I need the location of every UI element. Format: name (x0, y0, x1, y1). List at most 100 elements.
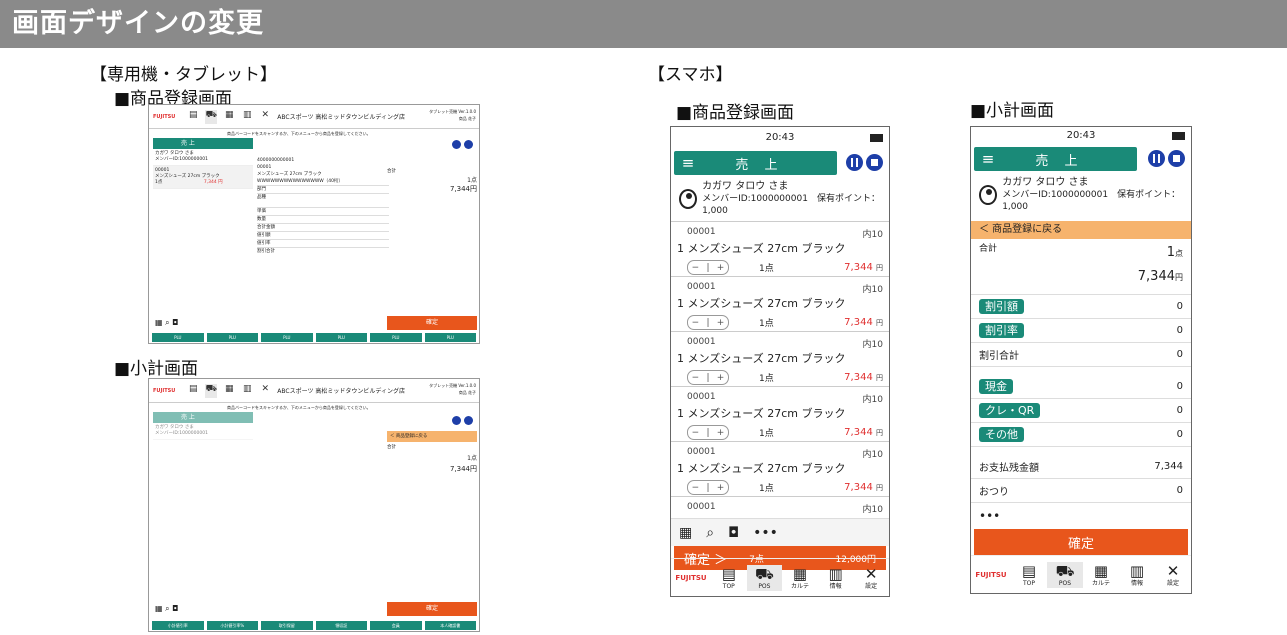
function-button[interactable]: 会員 (370, 621, 422, 630)
info-icon[interactable]: ▥ (241, 384, 253, 398)
karte-icon[interactable]: ▦ (223, 110, 235, 124)
menu-icon[interactable]: ≡ (674, 154, 702, 172)
pos-icon[interactable]: ⛟ (205, 383, 218, 398)
tablet-controls[interactable] (452, 140, 473, 149)
stop-icon[interactable] (1168, 150, 1185, 167)
scan-message: 商品バーコードをスキャンするか、下のメニューから商品を登録してください。 (227, 405, 371, 410)
function-button[interactable]: 取引保留 (261, 621, 313, 630)
nav-info[interactable]: ▥ 情報 (1119, 562, 1155, 588)
clipboard-icon: ▦ (792, 564, 808, 583)
list-item[interactable]: 00001 内10 1 メンズシューズ 27cm ブラック − | +1点 7,344 円 (671, 276, 889, 331)
phone-subtotal-label: ■小計画面 (970, 101, 1055, 121)
function-button[interactable]: 小計値引率 (152, 621, 204, 630)
bottom-nav: FUJITSU ▤ TOP ⛟ POS ▦ カルテ ▥ 情報 ✕ 設定 (671, 558, 889, 596)
plu-button[interactable]: PLU (152, 333, 204, 342)
nav-karte[interactable]: ▦ カルテ (1083, 562, 1119, 588)
nav-pos[interactable]: ⛟ POS (746, 564, 783, 591)
plu-button[interactable]: PLU (315, 333, 367, 342)
function-button[interactable]: 本人確認書 (424, 621, 476, 630)
settings-icon[interactable]: ✕ (259, 384, 271, 398)
payment-button[interactable]: 割引額 (979, 299, 1024, 314)
confirm-button[interactable]: 確定 (974, 529, 1188, 555)
subtotal-row: クレ・QR 0 (971, 399, 1191, 423)
more-icon[interactable]: ••• (753, 525, 778, 541)
settings-icon[interactable]: ✕ (259, 110, 271, 124)
member-info: カガワ タロウ さま メンバーID:1000000001 (153, 423, 253, 440)
payment-button[interactable]: クレ・QR (979, 403, 1041, 418)
pause-icon[interactable] (846, 154, 863, 171)
phone-product-label: ■商品登録画面 (676, 103, 795, 123)
tablet-top-bar: FUJITSU ▤ ⛟ ▦ ▥ ✕ ABCスポーツ 高松ミッドタウンビルディング… (149, 379, 479, 403)
back-to-registration-link[interactable]: ＜ 商品登録に戻る (971, 221, 1191, 239)
function-button[interactable]: 小計値引率% (206, 621, 258, 630)
tablet-left-panel: 売 上 カガワ タロウ さま メンバーID:1000000001 (153, 412, 253, 440)
subtotal-row: 割引額 0 (971, 295, 1191, 319)
plu-button[interactable]: PLU (370, 333, 422, 342)
top-icon[interactable]: ▤ (187, 384, 199, 398)
nav-top[interactable]: ▤ TOP (711, 565, 747, 591)
list-item[interactable]: 00001 内10 1 メンズシューズ 27cm ブラック − | +1点 7,344 円 (671, 221, 889, 276)
tablet-subtotal-panel: ＜ 商品登録に戻る 合計 1点 7,344円 (387, 431, 477, 475)
list-item[interactable]: 00001 内10 (671, 496, 889, 518)
stop-icon[interactable] (464, 140, 473, 149)
nav-settings[interactable]: ✕ 設定 (1155, 562, 1191, 588)
stop-icon[interactable] (464, 416, 473, 425)
function-button[interactable]: 領収証 (315, 621, 367, 630)
payment-button[interactable]: 現金 (979, 379, 1013, 394)
nav-info[interactable]: ▥ 情報 (818, 565, 854, 591)
stop-icon[interactable] (866, 154, 883, 171)
camera-icon[interactable]: ◘ (728, 525, 739, 541)
fujitsu-logo: FUJITSU (153, 113, 176, 120)
tablet-tools[interactable]: ▦ ⌕ ◘ (155, 318, 178, 328)
nav-settings[interactable]: ✕ 設定 (853, 565, 889, 591)
subtotal-function-bar: 小計値引率 小計値引率% 取引保留 領収証 会員 本人確認書 (149, 620, 479, 631)
quantity-stepper[interactable]: − | + (687, 370, 729, 385)
item-detail: 4000000000001 00001 メンズシューズ 27cm ブラック WW… (257, 157, 389, 255)
nav-top[interactable]: ▤ TOP (1011, 562, 1047, 588)
payment-button[interactable]: 割引率 (979, 323, 1024, 338)
quantity-stepper[interactable]: − | + (687, 260, 729, 275)
list-item[interactable]: 00001 内10 1 メンズシューズ 27cm ブラック − | +1点 7,344 円 (671, 331, 889, 386)
tablet-confirm-button[interactable]: 確定 (387, 602, 477, 616)
tablet-confirm-button[interactable]: 確定 (387, 316, 477, 330)
sales-header: 売 上 (153, 138, 253, 149)
more-icon[interactable]: ••• (971, 503, 1191, 529)
tablet-controls[interactable] (452, 416, 473, 425)
clipboard-icon: ▦ (1093, 561, 1109, 580)
tablet-nav[interactable]: ▤ ⛟ ▦ ▥ ✕ (187, 383, 271, 398)
pause-icon[interactable] (452, 140, 461, 149)
grid-icon[interactable]: ▦ (679, 525, 692, 541)
search-icon[interactable]: ⌕ (706, 525, 714, 541)
list-item[interactable]: 00001 内10 1 メンズシューズ 27cm ブラック − | +1点 7,344 円 (671, 441, 889, 496)
payment-button[interactable]: その他 (979, 427, 1024, 442)
scan-message: 商品バーコードをスキャンするか、下のメニューから商品を登録してください。 (227, 131, 371, 136)
pause-icon[interactable] (1148, 150, 1165, 167)
back-link[interactable]: ＜ 商品登録に戻る (387, 431, 477, 442)
tablet-tools[interactable]: ▦ ⌕ ◘ (155, 604, 178, 614)
subtotal-row: おつり 0 (971, 479, 1191, 503)
phone-group-label: 【スマホ】 (648, 65, 733, 85)
list-item[interactable]: 00001 内10 1 メンズシューズ 27cm ブラック − | +1点 7,344 円 (671, 386, 889, 441)
plu-button[interactable]: PLU (424, 333, 476, 342)
top-icon[interactable]: ▤ (187, 110, 199, 124)
nav-pos[interactable]: ⛟ POS (1047, 561, 1083, 588)
info-icon[interactable]: ▥ (241, 110, 253, 124)
pos-icon[interactable]: ⛟ (205, 109, 218, 124)
nav-karte[interactable]: ▦ カルテ (782, 565, 818, 591)
battery-icon (870, 134, 883, 142)
quantity-stepper[interactable]: − | + (687, 315, 729, 330)
tablet-item[interactable]: 00001 メンズシューズ 27cm ブラック 1点 7,344 円 (153, 166, 253, 189)
subtotal-row: その他 0 (971, 423, 1191, 447)
tablet-subtotal-screen: FUJITSU ▤ ⛟ ▦ ▥ ✕ ABCスポーツ 高松ミッドタウンビルディング… (148, 378, 480, 632)
pause-icon[interactable] (452, 416, 461, 425)
cart-icon: ⛟ (1055, 561, 1075, 580)
plu-button[interactable]: PLU (206, 333, 258, 342)
subtotal-row: 現金 0 (971, 375, 1191, 399)
quantity-stepper[interactable]: − | + (687, 480, 729, 495)
plu-button[interactable]: PLU (261, 333, 313, 342)
phone-tools: ▦ ⌕ ◘ ••• (671, 518, 889, 546)
menu-icon[interactable]: ≡ (974, 150, 1002, 168)
karte-icon[interactable]: ▦ (223, 384, 235, 398)
quantity-stepper[interactable]: − | + (687, 425, 729, 440)
tablet-nav[interactable]: ▤ ⛟ ▦ ▥ ✕ (187, 109, 271, 124)
